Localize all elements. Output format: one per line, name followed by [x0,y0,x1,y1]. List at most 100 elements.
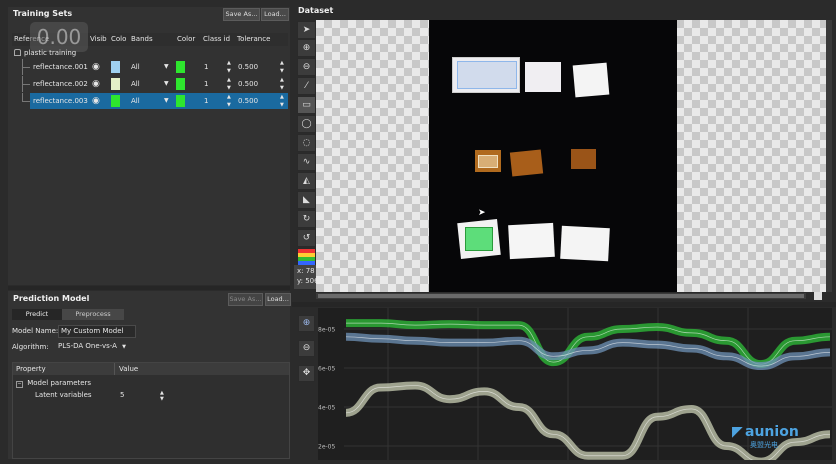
col-class-id[interactable]: Class id [203,35,230,43]
col-bands[interactable]: Bands [131,35,153,43]
row-band[interactable]: All [131,93,140,109]
load-button[interactable]: Load... [265,293,291,306]
collapse-icon[interactable]: − [16,381,23,388]
lock-icon [14,49,21,56]
col-tolerance[interactable]: Tolerance [237,35,270,43]
rotate-ccw-icon[interactable]: ↺ [297,229,316,247]
row-name: reflectance.001 [33,63,88,71]
vertical-scrollbar[interactable] [826,20,832,292]
horizontal-scrollbar[interactable] [316,293,806,299]
y-tick-label: 2e-05 [318,444,335,451]
col-value[interactable]: Value [119,365,138,373]
color-map-icon[interactable] [297,248,316,266]
wand-icon[interactable]: ⁄ [297,77,316,95]
col-property[interactable]: Property [16,365,46,373]
col-visible[interactable]: Visib [90,35,107,43]
row-class-id[interactable]: 1 [204,76,208,92]
lasso-icon[interactable]: ◌ [297,134,316,152]
logo-mark-icon: ◤ [732,424,743,440]
eye-icon[interactable]: ◉ [92,76,100,92]
rectangle-select-icon[interactable]: ▭ [297,96,316,114]
chevron-down-icon[interactable]: ▼ [164,93,169,109]
training-sets-title: Training Sets [13,9,73,18]
stepper-icon[interactable]: ▲ ▼ [227,76,231,92]
tree-branch [22,84,30,85]
eye-icon[interactable]: ◉ [92,59,100,75]
swatch-color[interactable] [111,78,120,90]
selection-rect[interactable] [457,61,517,89]
swatch-color[interactable] [111,95,120,107]
class-color[interactable] [176,78,185,90]
logo-sub: 奥盟光电 [750,441,778,449]
chevron-down-icon: ▼ [122,344,127,350]
selection-rect-green[interactable] [465,227,493,251]
coord-x: x: 78 [297,267,315,275]
stepper-icon[interactable]: ▲ ▼ [280,59,284,75]
zoom-out-icon[interactable]: ⊖ [297,58,316,76]
group-model-parameters[interactable]: − Model parameters [16,379,91,388]
row-class-id[interactable]: 1 [204,93,208,109]
flip-vertical-icon[interactable]: ◣ [297,191,316,209]
prediction-divider[interactable] [8,286,290,290]
y-tick-label: 4e-05 [318,405,335,412]
stepper-icon[interactable]: ▲ ▼ [227,59,231,75]
training-row-3-selected[interactable]: reflectance.003 ◉ All ▼ 1 ▲ ▼ 0.500 ▲ ▼ [30,93,288,109]
tab-predict[interactable]: Predict [12,309,62,320]
eye-icon[interactable]: ◉ [92,93,100,109]
col-colo[interactable]: Colo [111,35,126,43]
row-band[interactable]: All [131,76,140,92]
model-name-label: Model Name: [12,327,59,335]
chevron-down-icon[interactable]: ▼ [164,76,169,92]
stepper-icon[interactable]: ▲ ▼ [160,390,164,402]
tree-branch [22,67,30,68]
class-color[interactable] [176,95,185,107]
ellipse-select-icon[interactable]: ◯ [297,115,316,133]
y-tick-label: 6e-05 [318,366,335,373]
save-as-button[interactable]: Save As... [228,293,263,306]
row-class-id[interactable]: 1 [204,59,208,75]
zoom-in-icon[interactable]: ⊕ [297,39,316,57]
row-tolerance[interactable]: 0.500 [238,76,258,92]
tree-branch [22,101,30,102]
stepper-icon[interactable]: ▲ ▼ [227,93,231,109]
pan-icon[interactable]: ✥ [298,365,315,382]
param-value[interactable]: 5 [120,391,124,399]
scroll-corner [814,292,822,300]
zoom-out-icon[interactable]: ⊖ [298,340,315,357]
row-name: reflectance.003 [33,97,88,105]
property-table: Property Value − Model parameters Latent… [12,362,290,459]
model-name-field[interactable]: My Custom Model [58,325,136,338]
stepper-icon[interactable]: ▲ ▼ [280,93,284,109]
tab-preprocess[interactable]: Preprocess [62,309,124,320]
rotate-cw-icon[interactable]: ↻ [297,210,316,228]
save-as-button[interactable]: Save As... [223,8,260,21]
load-button[interactable]: Load... [261,8,289,21]
col-color[interactable]: Color [177,35,195,43]
flip-horizontal-icon[interactable]: ◭ [297,172,316,190]
chevron-down-icon[interactable]: ▼ [164,59,169,75]
tree-line [22,93,23,101]
algorithm-label: Algorithm: [12,343,49,351]
chart-divider[interactable] [292,302,836,307]
swatch-color[interactable] [111,61,120,73]
sample-white-5 [508,222,555,260]
training-row-2[interactable]: reflectance.002 ◉ All ▼ 1 ▲ ▼ 0.500 ▲ ▼ [0,76,290,92]
param-label: Latent variables [35,391,92,399]
algorithm-select[interactable]: PLS-DA One-vs-A ▼ [58,340,134,352]
scrollbar-thumb[interactable] [318,294,804,298]
training-row-1[interactable]: reflectance.001 ◉ All ▼ 1 ▲ ▼ 0.500 ▲ ▼ [0,59,290,75]
stepper-icon[interactable]: ▲ ▼ [280,76,284,92]
row-tolerance[interactable]: 0.500 [238,59,258,75]
class-color[interactable] [176,61,185,73]
aunion-logo: ◤ aunion 奥盟光电 [732,424,799,450]
mouse-cursor-icon: ➤ [478,208,486,218]
row-band[interactable]: All [131,59,140,75]
pointer-icon[interactable]: ➤ [297,21,316,39]
prediction-model-title: Prediction Model [13,294,90,303]
param-latent-variables[interactable]: Latent variables 5 ▲ ▼ [27,390,177,402]
root-label: plastic training [24,49,77,57]
selection-rect[interactable] [478,155,498,168]
freehand-icon[interactable]: ∿ [297,153,316,171]
row-tolerance[interactable]: 0.500 [238,93,258,109]
zoom-in-icon[interactable]: ⊕ [298,315,315,332]
